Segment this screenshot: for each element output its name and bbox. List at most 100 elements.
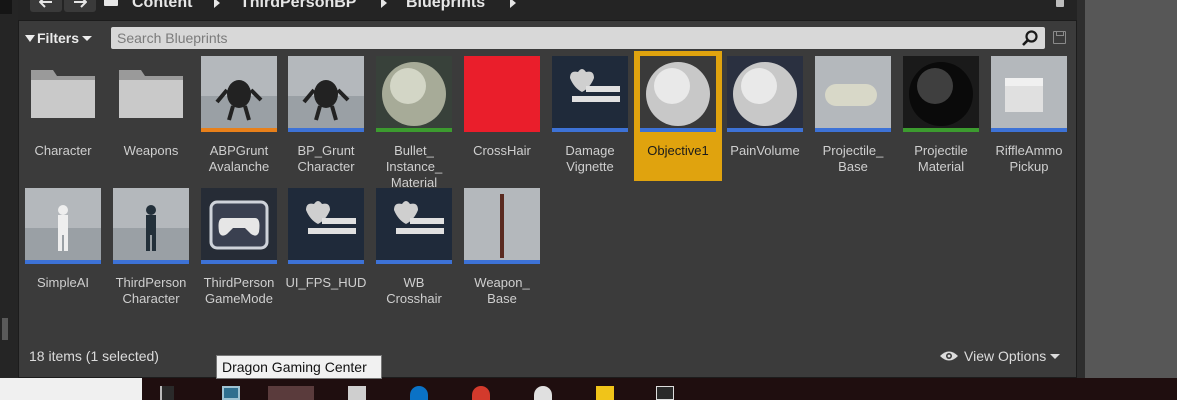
filters-label: Filters [37,30,80,46]
asset-thumbnail [727,56,803,132]
content-browser-panel: Filters Character Weapons ABPGrunt Avalanc… [18,20,1077,378]
view-options-button[interactable]: View Options [939,348,1061,364]
asset-type-stripe [288,260,364,264]
asset-type-stripe [201,128,277,132]
asset-tile[interactable]: Weapons [107,51,195,181]
epic-games-launcher-icon[interactable] [656,386,674,400]
file-explorer-icon[interactable] [596,386,614,400]
asset-tile[interactable]: BP_Grunt Character [282,51,370,181]
breadcrumb-separator-icon[interactable] [214,0,220,8]
left-panel-edge [0,0,18,378]
asset-tile[interactable]: ABPGrunt Avalanche [195,51,283,181]
task-view-icon[interactable] [160,386,174,400]
asset-thumbnail [991,56,1067,132]
eye-icon [940,351,958,361]
breadcrumb-separator-icon[interactable] [381,0,387,8]
search-input[interactable] [111,27,1011,49]
asset-thumbnail [552,56,628,132]
asset-thumbnail [25,188,101,264]
asset-type-stripe [903,128,979,132]
asset-tile[interactable]: PainVolume [721,51,809,181]
asset-thumbnail [640,56,716,132]
asset-label: BP_Grunt Character [297,143,355,174]
search-box[interactable] [111,27,1045,49]
right-panel-inner [1085,0,1177,378]
asset-tile[interactable]: SimpleAI [19,183,107,313]
asset-thumbnail [113,56,189,132]
asset-thumbnail [815,56,891,132]
folder-path-icon [104,0,118,6]
asset-type-stripe [376,260,452,264]
asset-tile[interactable]: UI_FPS_HUD [282,183,370,313]
asset-label: SimpleAI [36,275,90,290]
chevron-down-icon [82,35,93,41]
asset-thumbnail [288,56,364,132]
taskbar-tooltip: Dragon Gaming Center [216,355,382,379]
asset-label: WB Crosshair [386,275,442,306]
right-panel [1077,0,1177,378]
save-search-icon[interactable] [1053,31,1066,44]
asset-thumbnail [464,188,540,264]
asset-label: Damage Vignette [565,143,615,174]
document-app-icon[interactable] [348,386,366,400]
asset-tile[interactable]: ThirdPerson GameMode [195,183,283,313]
asset-tile[interactable]: RiffleAmmo Pickup [985,51,1073,181]
unreal-engine-icon[interactable] [534,386,552,400]
left-panel-top [0,0,12,14]
taskbar [0,378,1177,400]
asset-tile[interactable]: Character [19,51,107,181]
breadcrumb-blueprints[interactable]: Blueprints [406,0,485,12]
forward-button[interactable] [64,0,96,12]
taskbar-search-area[interactable] [0,378,142,400]
dragon-gaming-center-icon[interactable] [268,386,314,400]
app-icon[interactable] [222,386,240,400]
asset-label: Projectile_ Base [822,143,884,174]
asset-label: PainVolume [730,143,800,158]
path-bar: Content ThirdPersonBP Blueprints [18,0,1077,20]
asset-label: Weapon_ Base [474,275,530,306]
asset-label: Projectile Material [914,143,968,174]
asset-label: ThirdPerson GameMode [203,275,275,306]
asset-thumbnail [25,56,101,132]
asset-label: ABPGrunt Avalanche [208,143,270,174]
chrome-icon[interactable] [472,386,490,400]
asset-tile[interactable]: WB Crosshair [370,183,458,313]
forward-arrow-icon [74,0,87,8]
lock-icon[interactable] [1056,0,1064,7]
asset-tile[interactable]: Projectile_ Base [809,51,897,181]
asset-label: Character [34,143,92,158]
asset-type-stripe [113,260,189,264]
asset-tile[interactable]: Weapon_ Base [458,183,546,313]
breadcrumb-separator-icon[interactable] [510,0,516,8]
left-scrollbar-thumb[interactable] [2,318,8,340]
asset-label: CrossHair [473,143,531,158]
asset-type-stripe [201,260,277,264]
asset-thumbnail [376,56,452,132]
asset-type-stripe [727,128,803,132]
breadcrumb-thirdpersonbp[interactable]: ThirdPersonBP [240,0,356,12]
asset-thumbnail [376,188,452,264]
asset-thumbnail [464,56,540,132]
edge-icon[interactable] [410,386,428,400]
view-options-label: View Options [964,348,1047,364]
asset-label: ThirdPerson Character [115,275,187,306]
asset-tile[interactable]: Damage Vignette [546,51,634,181]
asset-type-stripe [376,128,452,132]
filters-button[interactable]: Filters [25,27,105,49]
asset-type-stripe [640,128,716,132]
asset-tile[interactable]: ThirdPerson Character [107,183,195,313]
breadcrumb-content[interactable]: Content [132,0,192,12]
asset-tile[interactable]: Objective1 [634,51,722,181]
asset-type-stripe [815,128,891,132]
asset-tile[interactable]: CrossHair [458,51,546,181]
funnel-icon [25,34,35,42]
asset-tile[interactable]: Bullet_ Instance_ Material [370,51,458,190]
asset-tile[interactable]: Projectile Material [897,51,985,181]
asset-type-stripe [25,260,101,264]
back-button[interactable] [30,0,62,12]
asset-label: UI_FPS_HUD [285,275,367,290]
item-count: 18 items (1 selected) [29,348,159,364]
back-arrow-icon [39,0,52,8]
asset-label: RiffleAmmo Pickup [995,143,1063,174]
search-icon[interactable] [1021,30,1039,46]
